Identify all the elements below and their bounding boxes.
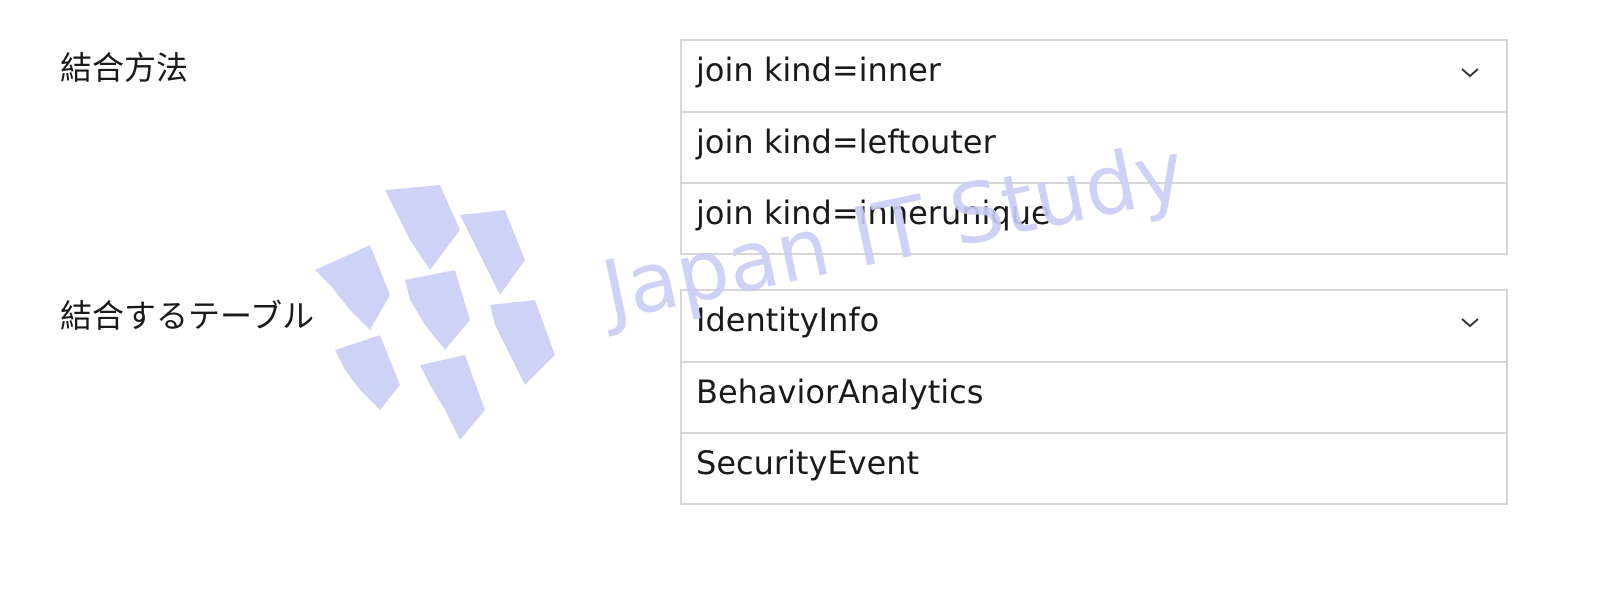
join-table-option-behavioranalytics[interactable]: BehaviorAnalytics xyxy=(682,361,1506,432)
watermark-logo-icon xyxy=(315,185,555,440)
join-method-selected[interactable]: join kind=inner xyxy=(682,41,1506,111)
chevron-down-icon[interactable] xyxy=(1458,311,1482,335)
join-table-dropdown[interactable]: IdentityInfo BehaviorAnalytics SecurityE… xyxy=(680,289,1508,505)
join-method-option-innerunique[interactable]: join kind=innerunique xyxy=(682,182,1506,253)
join-method-label: 結合方法 xyxy=(60,49,189,87)
join-table-selected-text: IdentityInfo xyxy=(696,301,880,339)
chevron-down-icon[interactable] xyxy=(1458,61,1482,85)
join-table-option-securityevent[interactable]: SecurityEvent xyxy=(682,432,1506,503)
join-table-selected[interactable]: IdentityInfo xyxy=(682,291,1506,361)
join-method-option-leftouter[interactable]: join kind=leftouter xyxy=(682,111,1506,182)
join-method-selected-text: join kind=inner xyxy=(696,51,941,89)
join-method-dropdown[interactable]: join kind=inner join kind=leftouter join… xyxy=(680,39,1508,255)
join-table-label: 結合するテーブル xyxy=(60,297,315,335)
